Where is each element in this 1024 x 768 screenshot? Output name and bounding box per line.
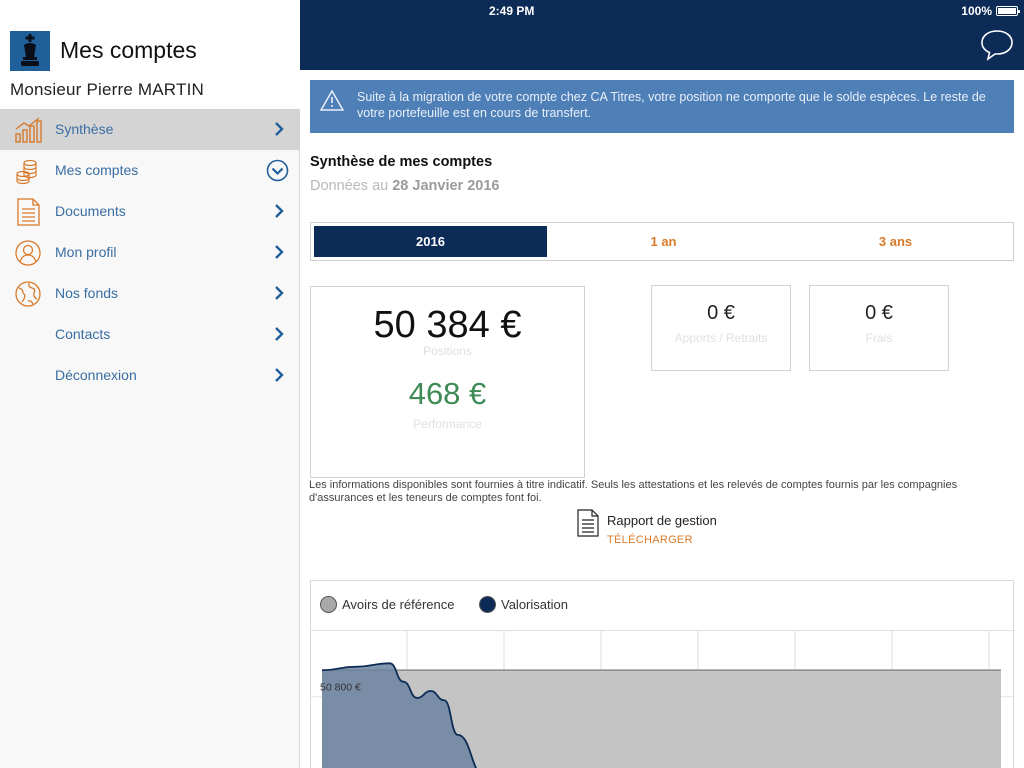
frais-value: 0 € xyxy=(865,302,893,324)
summary-date-prefix: Données au xyxy=(310,178,389,194)
sidebar-item-label: Contacts xyxy=(55,326,111,342)
sidebar-header: Mes comptes Monsieur Pierre MARTIN xyxy=(0,0,300,109)
apports-value: 0 € xyxy=(707,302,735,324)
chevron-right-icon xyxy=(275,204,284,218)
coins-icon xyxy=(16,159,37,185)
report-document-icon xyxy=(577,509,599,537)
status-battery: 100% xyxy=(961,4,1020,18)
performance-label: Performance xyxy=(413,417,482,431)
sidebar-item-label: Mes comptes xyxy=(55,162,139,178)
chess-king-logo-icon xyxy=(10,31,50,71)
positions-value: 50 384 € xyxy=(373,304,522,346)
legend-item-valorisation[interactable]: Valorisation xyxy=(479,596,568,613)
y-tick-label: 50 800 € xyxy=(320,682,361,694)
legend-dot-avoirs xyxy=(320,596,337,613)
chevron-right-icon xyxy=(275,122,284,136)
battery-percent: 100% xyxy=(961,4,992,18)
positions-label: Positions xyxy=(423,344,472,358)
frais-label: Frais xyxy=(865,331,893,345)
frais-card: 0 € Frais xyxy=(809,285,949,371)
chevron-right-icon xyxy=(275,368,284,382)
period-tabs: 2016 1 an 3 ans xyxy=(310,222,1014,261)
chart-plot-area: 50 800 € xyxy=(311,631,1013,768)
tab-2016[interactable]: 2016 xyxy=(314,226,547,257)
user-name: Monsieur Pierre MARTIN xyxy=(10,80,204,99)
legend-item-avoirs[interactable]: Avoirs de référence xyxy=(320,596,455,613)
legend-label-valorisation: Valorisation xyxy=(501,597,568,612)
sidebar-item-mes-comptes[interactable]: Mes comptes xyxy=(0,150,300,191)
chevron-right-icon xyxy=(275,327,284,341)
positions-card: 50 384 € Positions 468 € Performance xyxy=(310,286,585,478)
chevron-right-icon xyxy=(275,245,284,259)
sidebar-item-synthese[interactable]: Synthèse xyxy=(0,109,300,150)
status-time: 2:49 PM xyxy=(489,4,535,18)
sidebar-item-nos-fonds[interactable]: Nos fonds xyxy=(0,273,300,314)
battery-icon xyxy=(996,6,1020,16)
chevron-down-circle-icon xyxy=(266,159,289,182)
valuation-chart: Avoirs de référence Valorisation 50 800 … xyxy=(310,580,1015,768)
app-title: Mes comptes xyxy=(60,37,197,63)
sidebar-item-label: Nos fonds xyxy=(55,285,119,301)
summary-date: Données au 28 Janvier 2016 xyxy=(310,178,499,194)
chart-legend: Avoirs de référence Valorisation xyxy=(311,581,1015,631)
document-icon xyxy=(17,198,40,226)
tab-1-an[interactable]: 1 an xyxy=(547,226,780,257)
chevron-right-icon xyxy=(275,286,284,300)
migration-alert: Suite à la migration de votre compte che… xyxy=(310,80,1014,133)
chart-icon xyxy=(15,117,42,143)
sidebar-item-label: Synthèse xyxy=(55,121,114,137)
main-content: 2:49 PM 100% Suite à la migration de vot… xyxy=(300,0,1024,768)
sidebar-item-label: Déconnexion xyxy=(55,367,137,383)
sidebar-item-mon-profil[interactable]: Mon profil xyxy=(0,232,300,273)
apports-card: 0 € Apports / Retraits xyxy=(651,285,791,371)
tab-3-ans[interactable]: 3 ans xyxy=(779,226,1012,257)
summary-date-value: 28 Janvier 2016 xyxy=(392,178,500,194)
sidebar-item-deconnexion[interactable]: Déconnexion xyxy=(0,355,300,396)
legend-label-avoirs: Avoirs de référence xyxy=(342,597,455,612)
report-title: Rapport de gestion xyxy=(607,513,717,528)
disclaimer: Les informations disponibles sont fourni… xyxy=(309,479,958,504)
sidebar-item-label: Mon profil xyxy=(55,244,117,260)
sidebar: Mes comptes Monsieur Pierre MARTIN Synth… xyxy=(0,0,300,768)
warning-icon xyxy=(320,89,344,111)
profile-icon xyxy=(15,240,41,266)
download-report-link[interactable]: TÉLÉCHARGER xyxy=(607,534,693,546)
summary-title: Synthèse de mes comptes xyxy=(310,154,493,170)
apports-label: Apports / Retraits xyxy=(674,331,768,345)
sidebar-item-documents[interactable]: Documents xyxy=(0,191,300,232)
top-bar: 2:49 PM 100% xyxy=(300,0,1024,70)
legend-dot-valorisation xyxy=(479,596,496,613)
chat-bubble-icon[interactable] xyxy=(980,28,1014,62)
performance-value: 468 € xyxy=(408,376,487,411)
sidebar-item-label: Documents xyxy=(55,203,126,219)
sidebar-item-contacts[interactable]: Contacts xyxy=(0,314,300,355)
alert-text: Suite à la migration de votre compte che… xyxy=(357,90,986,120)
globe-icon xyxy=(15,281,41,307)
sidebar-menu: Synthèse Mes comptes Documents Mon profi… xyxy=(0,109,300,396)
